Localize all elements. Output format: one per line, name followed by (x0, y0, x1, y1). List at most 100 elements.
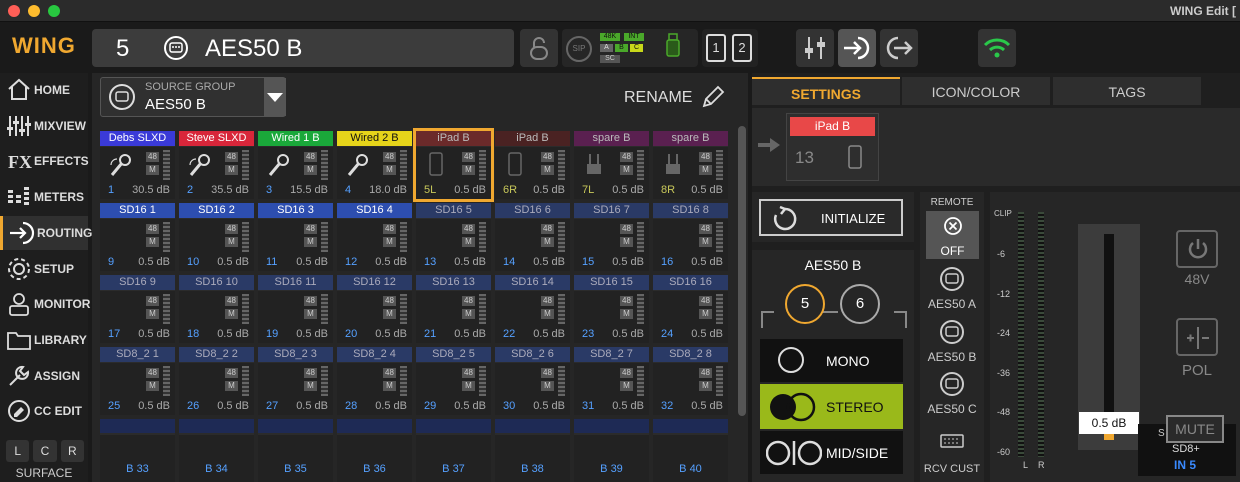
input-tile[interactable]: B 33 (100, 419, 175, 482)
sidebar-item-meters[interactable]: METERS (0, 180, 88, 214)
tile-number: 12 (345, 256, 358, 268)
source-group-caption: SOURCE GROUP (145, 81, 236, 93)
fader-value[interactable]: 0.5 dB (1079, 412, 1139, 434)
input-tile[interactable]: SD16 1 48 M 9 0.5 dB (100, 203, 175, 271)
input-routing-button[interactable] (838, 29, 876, 67)
input-tile[interactable]: SD16 16 48 M 24 0.5 dB (653, 275, 728, 343)
rename-button[interactable]: RENAME (624, 89, 692, 107)
input-tile[interactable]: SD8_2 3 48 M 27 0.5 dB (258, 347, 333, 415)
tile-meter (400, 222, 407, 252)
remote-aes50b-button[interactable]: AES50 B (923, 316, 981, 366)
sidebar-item-assign[interactable]: ASSIGN (0, 359, 88, 393)
input-tile[interactable]: iPad B 48 M 6R 0.5 dB (495, 131, 570, 199)
input-tile[interactable]: SD16 2 48 M 10 0.5 dB (179, 203, 254, 271)
wifi-status-button[interactable] (978, 29, 1016, 67)
tile-name: spare B (653, 131, 728, 146)
output-routing-button[interactable] (880, 29, 918, 67)
input-tile[interactable]: SD16 11 48 M 19 0.5 dB (258, 275, 333, 343)
input-tile[interactable]: B 36 (337, 419, 412, 482)
input-tile[interactable]: B 35 (258, 419, 333, 482)
midside-mode-button[interactable]: MID/SIDE (760, 431, 903, 474)
polarity-button[interactable] (1176, 318, 1218, 356)
input-tile[interactable]: B 37 (416, 419, 491, 482)
sidebar-item-monitor[interactable]: MONITOR (0, 287, 90, 321)
mixer-faders-button[interactable] (796, 29, 834, 67)
source-group-select[interactable]: SOURCE GROUP AES50 B (100, 77, 286, 117)
input-tile[interactable]: Debs SLXD 48 M 1 30.5 dB (100, 131, 175, 199)
remote-off-button[interactable]: OFF (926, 211, 979, 259)
fader-level (1104, 434, 1114, 440)
sidebar-item-cc-edit[interactable]: CC EDIT (0, 394, 88, 428)
input-tile[interactable]: SD16 9 48 M 17 0.5 dB (100, 275, 175, 343)
zoom-window-button[interactable] (48, 5, 60, 17)
input-tile[interactable]: SD16 4 48 M 12 0.5 dB (337, 203, 412, 271)
input-tile[interactable]: SD16 15 48 M 23 0.5 dB (574, 275, 649, 343)
input-tile[interactable]: B 34 (179, 419, 254, 482)
input-tile[interactable]: SD8_2 7 48 M 31 0.5 dB (574, 347, 649, 415)
input-tile[interactable]: SD16 13 48 M 21 0.5 dB (416, 275, 491, 343)
initialize-button[interactable]: INITIALIZE (759, 199, 903, 236)
layer-1-button[interactable]: 1 (706, 34, 726, 62)
input-tile[interactable]: SD16 7 48 M 15 0.5 dB (574, 203, 649, 271)
input-tile[interactable]: SD16 8 48 M 16 0.5 dB (653, 203, 728, 271)
phantom-power-button[interactable] (1176, 230, 1218, 268)
input-tile[interactable]: B 40 (653, 419, 728, 482)
sidebar-item-routing[interactable]: ROUTING (0, 215, 92, 250)
grid-scrollbar[interactable] (738, 126, 746, 416)
channel-header[interactable]: 5 AES50 B (92, 29, 514, 67)
layer-2-button[interactable]: 2 (732, 34, 752, 62)
pencil-icon[interactable] (700, 84, 726, 115)
input-tile[interactable]: SD16 3 48 M 11 0.5 dB (258, 203, 333, 271)
remote-aes50a-button[interactable]: AES50 A (923, 263, 981, 313)
phantom-indicator: 48 (541, 224, 554, 234)
input-tile[interactable]: SD8_2 2 48 M 26 0.5 dB (179, 347, 254, 415)
input-tile[interactable]: spare B 48 M 7L 0.5 dB (574, 131, 649, 199)
stereo-mode-button[interactable]: STEREO (760, 384, 903, 429)
c-button[interactable]: C (33, 440, 57, 462)
rcv-cust-button[interactable]: RCV CUST (923, 426, 981, 480)
sidebar-item-effects[interactable]: FX EFFECTS (0, 144, 89, 178)
input-tile[interactable]: SD8_2 1 48 M 25 0.5 dB (100, 347, 175, 415)
lock-button[interactable] (520, 29, 558, 67)
sidebar-item-home[interactable]: HOME (0, 73, 88, 107)
l-button[interactable]: L (6, 440, 30, 462)
input-tile[interactable]: SD16 12 48 M 20 0.5 dB (337, 275, 412, 343)
input-tile[interactable]: SD16 6 48 M 14 0.5 dB (495, 203, 570, 271)
tile-meter (637, 294, 644, 324)
input-tile[interactable]: SD16 10 48 M 18 0.5 dB (179, 275, 254, 343)
input-tile[interactable]: spare B 48 M 8R 0.5 dB (653, 131, 728, 199)
input-tile[interactable]: SD8_2 6 48 M 30 0.5 dB (495, 347, 570, 415)
close-window-button[interactable] (8, 5, 20, 17)
tab-icon-color[interactable]: ICON/COLOR (902, 77, 1050, 105)
input-tile[interactable]: iPad B 48 M 5L 0.5 dB (413, 128, 494, 202)
tile-meter (321, 222, 328, 252)
minimize-window-button[interactable] (28, 5, 40, 17)
input-tile[interactable]: SD16 5 48 M 13 0.5 dB (416, 203, 491, 271)
dropdown-chevron-icon[interactable] (264, 78, 286, 116)
sidebar-item-setup[interactable]: SETUP (0, 252, 88, 286)
input-tile[interactable]: SD8_2 8 48 M 32 0.5 dB (653, 347, 728, 415)
input-tile[interactable]: Steve SLXD 48 M 2 35.5 dB (179, 131, 254, 199)
input-5-selector[interactable]: 5 (785, 284, 825, 324)
mute-button[interactable]: MUTE (1166, 415, 1224, 443)
polarity-icon (1184, 326, 1212, 355)
input-tile[interactable]: SD8_2 5 48 M 29 0.5 dB (416, 347, 491, 415)
input-tile[interactable]: SD16 14 48 M 22 0.5 dB (495, 275, 570, 343)
channel-preview-tile[interactable]: iPad B 13 (786, 113, 879, 181)
remote-aes50c-button[interactable]: AES50 C (923, 368, 981, 418)
tab-settings[interactable]: SETTINGS (752, 77, 900, 105)
mono-mode-button[interactable]: MONO (760, 339, 903, 382)
input-tile[interactable]: B 38 (495, 419, 570, 482)
xlr-icon (107, 82, 137, 117)
tab-tags[interactable]: TAGS (1053, 77, 1201, 105)
r-button[interactable]: R (60, 440, 84, 462)
input-6-selector[interactable]: 6 (840, 284, 880, 324)
input-tile[interactable]: Wired 1 B 48 M 3 15.5 dB (258, 131, 333, 199)
sidebar-item-mixview[interactable]: MIXVIEW (0, 109, 88, 143)
mute-indicator: M (541, 381, 554, 391)
input-tile[interactable]: B 39 (574, 419, 649, 482)
input-tile[interactable]: Wired 2 B 48 M 4 18.0 dB (337, 131, 412, 199)
input-tile[interactable]: SD8_2 4 48 M 28 0.5 dB (337, 347, 412, 415)
lock-icon (530, 37, 548, 60)
sidebar-item-library[interactable]: LIBRARY (0, 323, 88, 357)
